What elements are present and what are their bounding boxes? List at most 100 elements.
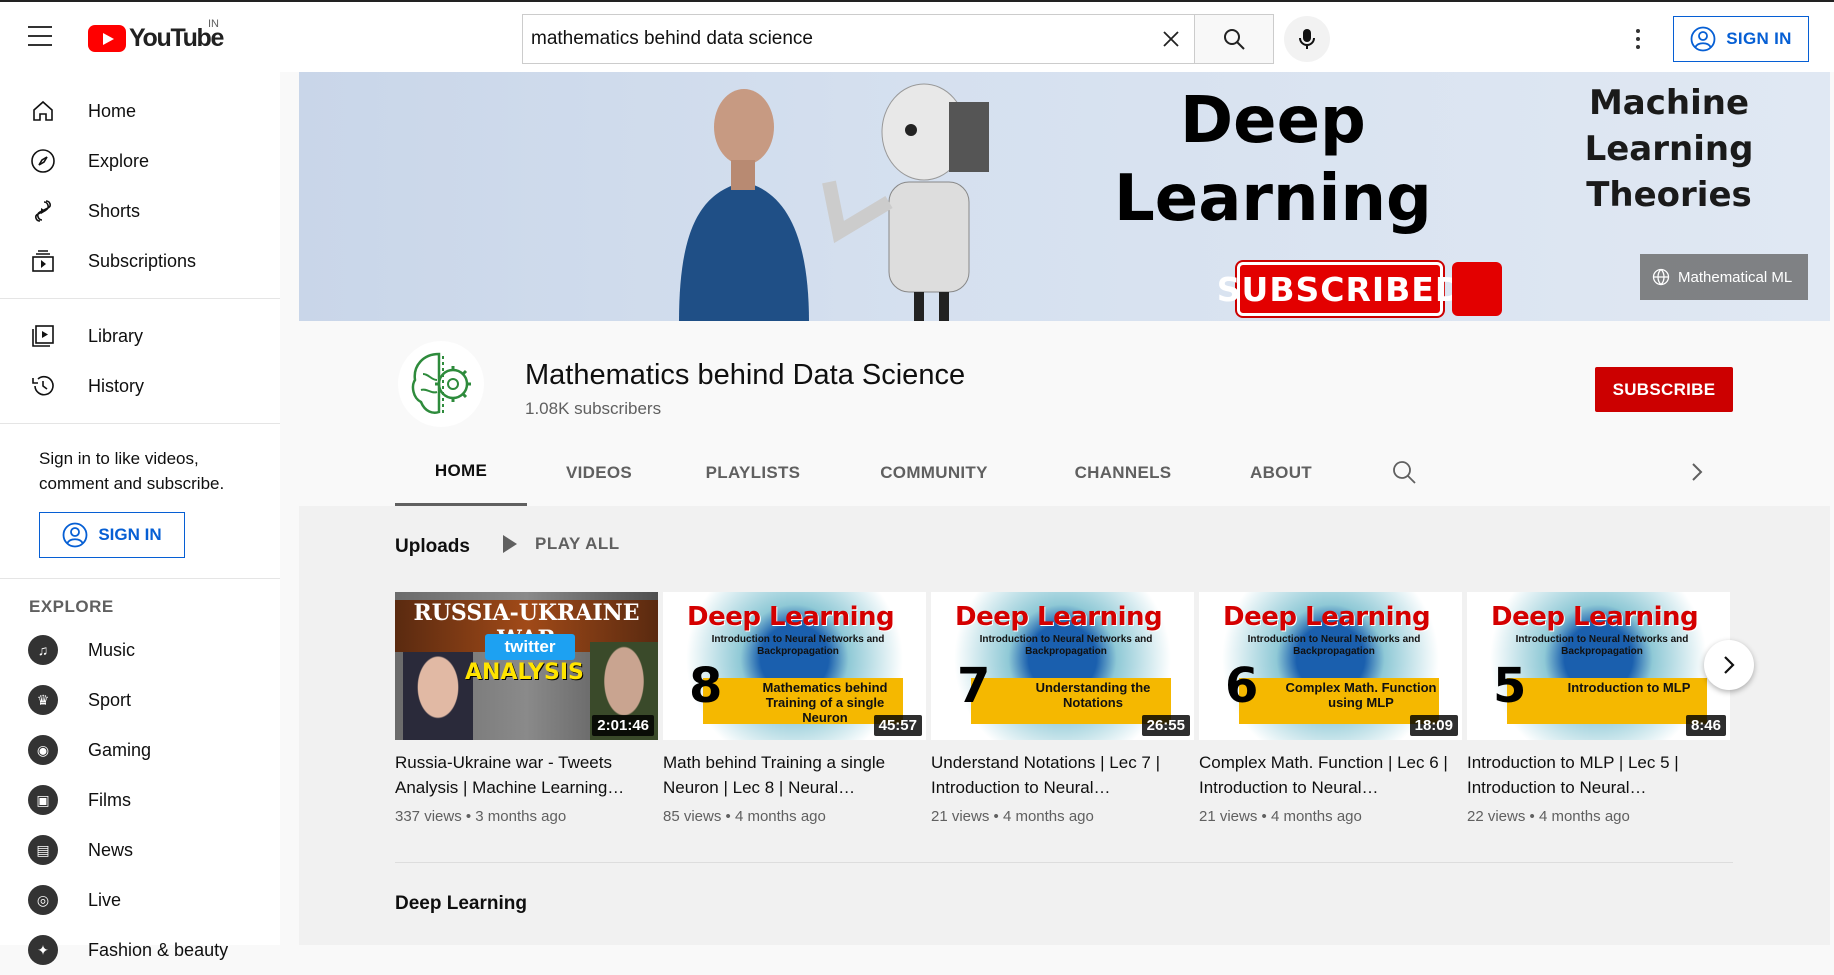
tab-playlists[interactable]: PLAYLISTS bbox=[671, 439, 835, 506]
view-count: 21 views bbox=[1199, 808, 1258, 825]
play-all-label: PLAY ALL bbox=[535, 534, 620, 553]
banner-subscribed-graphic: SUBSCRIBED bbox=[1217, 262, 1462, 316]
video-meta: 21 views • 4 months ago bbox=[1199, 808, 1362, 825]
video-title[interactable]: Math behind Training a single Neuron | L… bbox=[663, 750, 926, 800]
sidebar-item-label: Home bbox=[88, 100, 137, 121]
shelf-next-button[interactable] bbox=[1704, 640, 1754, 690]
top-bar: YouTube IN SIGN IN bbox=[0, 0, 1834, 72]
thumbnail-text: Deep Learning bbox=[1491, 602, 1699, 632]
search-button[interactable] bbox=[1194, 14, 1274, 64]
sidebar-item-live[interactable]: ◎ Live bbox=[0, 875, 280, 925]
thumbnail-text: Introduction to Neural Networks and Back… bbox=[1515, 634, 1689, 657]
divider bbox=[395, 862, 1733, 863]
youtube-logo[interactable]: YouTube IN bbox=[88, 18, 224, 53]
trophy-icon: ♛ bbox=[28, 685, 58, 715]
search-field bbox=[522, 14, 1194, 64]
tab-about[interactable]: ABOUT bbox=[1213, 439, 1349, 506]
video-title[interactable]: Understand Notations | Lec 7 | Introduct… bbox=[931, 750, 1194, 800]
thumbnail-text: Deep Learning bbox=[1223, 602, 1431, 632]
subscriber-count: 1.08K subscribers bbox=[525, 399, 662, 418]
sidebar-item-gaming[interactable]: ◉ Gaming bbox=[0, 725, 280, 775]
upload-age: 4 months ago bbox=[1538, 808, 1630, 825]
sign-in-button[interactable]: SIGN IN bbox=[1673, 16, 1809, 62]
country-code: IN bbox=[208, 18, 219, 30]
uploads-heading[interactable]: Uploads bbox=[395, 536, 470, 558]
video-title[interactable]: Introduction to MLP | Lec 5 | Introducti… bbox=[1467, 750, 1730, 800]
video-card[interactable]: Deep Learning Introduction to Neural Net… bbox=[1467, 592, 1730, 825]
account-icon bbox=[1690, 26, 1716, 52]
sidebar-item-history[interactable]: History bbox=[0, 361, 280, 411]
tab-videos[interactable]: VIDEOS bbox=[527, 439, 671, 506]
video-duration: 18:09 bbox=[1409, 715, 1458, 736]
video-card[interactable]: RUSSIA-UKRAINE WAR twitter ANALYSIS 2:01… bbox=[395, 592, 658, 825]
divider bbox=[0, 423, 280, 424]
thumbnail-text: Deep Learning bbox=[687, 602, 895, 632]
channel-content: Uploads PLAY ALL RUSSIA-UKRAINE WAR twit… bbox=[299, 506, 1830, 945]
video-card[interactable]: Deep Learning Introduction to Neural Net… bbox=[1199, 592, 1462, 825]
channel-search-icon[interactable] bbox=[1391, 459, 1417, 490]
voice-search-button[interactable] bbox=[1284, 16, 1330, 62]
music-icon: ♫ bbox=[28, 635, 58, 665]
sidebar-item-home[interactable]: Home bbox=[0, 86, 280, 136]
video-title[interactable]: Complex Math. Function | Lec 6 | Introdu… bbox=[1199, 750, 1462, 800]
video-thumbnail[interactable]: Deep Learning Introduction to Neural Net… bbox=[931, 592, 1194, 740]
video-thumbnail[interactable]: Deep Learning Introduction to Neural Net… bbox=[1199, 592, 1462, 740]
sidebar-item-music[interactable]: ♫ Music bbox=[0, 625, 280, 675]
thumbnail-text: Introduction to Neural Networks and Back… bbox=[1247, 634, 1421, 657]
video-duration: 45:57 bbox=[873, 715, 922, 736]
thumbnail-text: Introduction to Neural Networks and Back… bbox=[711, 634, 885, 657]
thumbnail-text: twitter bbox=[485, 634, 575, 660]
thumbnail-text: ANALYSIS bbox=[465, 660, 584, 685]
sidebar-item-label: Live bbox=[88, 889, 122, 910]
video-card[interactable]: Deep Learning Introduction to Neural Net… bbox=[663, 592, 926, 825]
video-card[interactable]: Deep Learning Introduction to Neural Net… bbox=[931, 592, 1194, 825]
channel-avatar[interactable] bbox=[398, 341, 484, 427]
channel-banner: Deep Learning SUBSCRIBED Machine Learnin… bbox=[299, 72, 1830, 321]
subscribe-button[interactable]: SUBSCRIBE bbox=[1595, 367, 1733, 412]
chevron-right-icon bbox=[1724, 656, 1735, 674]
video-thumbnail[interactable]: Deep Learning Introduction to Neural Net… bbox=[663, 592, 926, 740]
thumbnail-text: Deep Learning bbox=[955, 602, 1163, 632]
video-meta: 85 views • 4 months ago bbox=[663, 808, 826, 825]
settings-menu-icon[interactable] bbox=[1628, 22, 1648, 56]
video-title[interactable]: Russia-Ukraine war - Tweets Analysis | M… bbox=[395, 750, 658, 800]
sidebar-item-library[interactable]: Library bbox=[0, 311, 280, 361]
banner-link[interactable]: Mathematical ML bbox=[1640, 254, 1808, 300]
sidebar-item-fashion[interactable]: ✦ Fashion & beauty bbox=[0, 925, 280, 975]
banner-headline: Deep Learning bbox=[1114, 82, 1432, 238]
play-all-button[interactable]: PLAY ALL bbox=[503, 534, 620, 554]
sidebar-item-subscriptions[interactable]: Subscriptions bbox=[0, 236, 280, 286]
bell-icon bbox=[1452, 262, 1502, 316]
chevron-right-icon[interactable] bbox=[1687, 461, 1707, 488]
news-icon: ▤ bbox=[28, 835, 58, 865]
video-thumbnail[interactable]: RUSSIA-UKRAINE WAR twitter ANALYSIS 2:01… bbox=[395, 592, 658, 740]
film-icon: ▣ bbox=[28, 785, 58, 815]
clear-search-icon[interactable] bbox=[1148, 15, 1194, 63]
sidebar-item-explore[interactable]: Explore bbox=[0, 136, 280, 186]
home-icon bbox=[28, 96, 58, 126]
gamepad-icon: ◉ bbox=[28, 735, 58, 765]
thumbnail-text: Introduction to Neural Networks and Back… bbox=[979, 634, 1153, 657]
play-icon bbox=[503, 535, 517, 553]
banner-side-title: Machine Learning Theories bbox=[1514, 80, 1824, 218]
sidebar-sign-in-button[interactable]: SIGN IN bbox=[39, 512, 185, 558]
sidebar-item-label: Films bbox=[88, 789, 131, 810]
sidebar-item-shorts[interactable]: Shorts bbox=[0, 186, 280, 236]
tab-community[interactable]: COMMUNITY bbox=[835, 439, 1033, 506]
tab-home[interactable]: HOME bbox=[395, 439, 527, 506]
shelf-heading[interactable]: Deep Learning bbox=[395, 893, 527, 915]
menu-icon[interactable] bbox=[28, 26, 52, 48]
sidebar-item-sport[interactable]: ♛ Sport bbox=[0, 675, 280, 725]
lecture-number: 7 bbox=[957, 658, 991, 714]
microphone-icon bbox=[1299, 29, 1315, 49]
video-thumbnail[interactable]: Deep Learning Introduction to Neural Net… bbox=[1467, 592, 1730, 740]
search-input[interactable] bbox=[531, 28, 1148, 50]
view-count: 85 views bbox=[663, 808, 722, 825]
sidebar-item-films[interactable]: ▣ Films bbox=[0, 775, 280, 825]
tab-channels[interactable]: CHANNELS bbox=[1033, 439, 1213, 506]
sidebar-item-label: Explore bbox=[88, 150, 150, 171]
view-count: 21 views bbox=[931, 808, 990, 825]
live-icon: ◎ bbox=[28, 885, 58, 915]
sidebar-item-news[interactable]: ▤ News bbox=[0, 825, 280, 875]
explore-heading: EXPLORE bbox=[29, 597, 114, 616]
